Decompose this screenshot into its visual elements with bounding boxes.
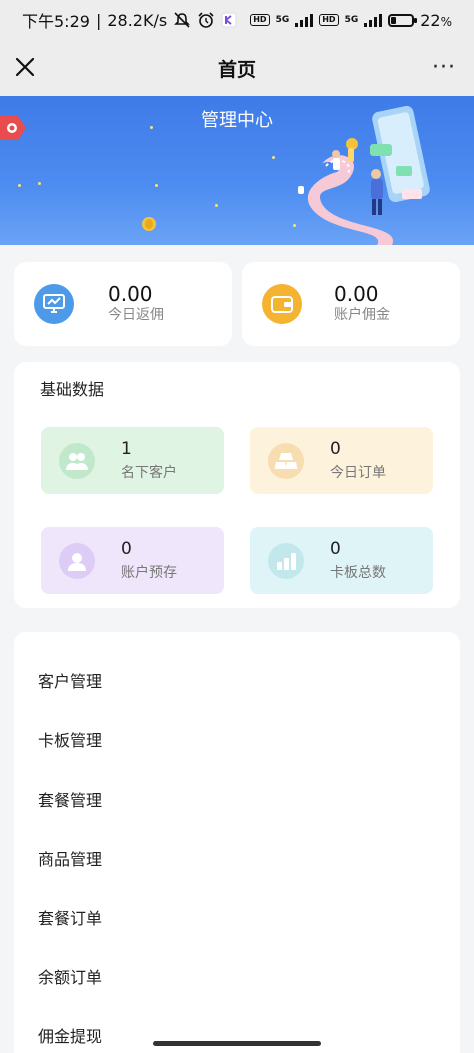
- banner: 管理中心: [0, 96, 474, 245]
- close-icon[interactable]: [14, 56, 36, 78]
- status-bar: 下午5:29 | 28.2K/s HD 5G HD 5G 22%: [0, 0, 474, 40]
- status-speed: 28.2K/s: [107, 10, 168, 30]
- status-divider: |: [95, 10, 102, 30]
- home-indicator[interactable]: [153, 1041, 321, 1046]
- tile-board-total[interactable]: 0 卡板总数: [250, 527, 433, 594]
- tile-account-deposit[interactable]: 0 账户预存: [41, 527, 224, 594]
- stat-label: 账户佣金: [334, 307, 390, 323]
- tile-value: 1: [121, 439, 132, 459]
- tile-value: 0: [121, 539, 132, 559]
- tile-value: 0: [330, 439, 341, 459]
- basic-data-card: 基础数据 1 名下客户 0 今日订单 0 账户预存 0 卡板总数: [14, 362, 460, 608]
- menu-item-package-orders[interactable]: 套餐订单: [38, 905, 102, 929]
- page-title: 首页: [217, 58, 256, 81]
- gold-bars-icon: [268, 443, 304, 479]
- users-icon: [59, 443, 95, 479]
- stat-label: 今日返佣: [108, 307, 164, 323]
- tile-label: 今日订单: [330, 465, 386, 481]
- status-time: 下午5:29: [22, 12, 90, 31]
- menu-item-board-management[interactable]: 卡板管理: [38, 727, 102, 751]
- user-avatar-icon: [59, 543, 95, 579]
- alarm-icon: [198, 12, 214, 28]
- tile-value: 0: [330, 539, 341, 559]
- tile-label: 账户预存: [121, 565, 177, 581]
- menu-item-customer-management[interactable]: 客户管理: [38, 668, 102, 692]
- management-illustration: [298, 105, 430, 245]
- network-type-2: 5G: [344, 15, 359, 25]
- mute-icon: [174, 12, 191, 28]
- menu-card: [14, 632, 460, 1053]
- wallet-icon: [262, 284, 302, 324]
- tile-label: 卡板总数: [330, 565, 386, 581]
- stat-card-commission-today[interactable]: 0.00 今日返佣: [14, 262, 232, 346]
- signal-icon: [295, 13, 314, 27]
- signal-icon-2: [364, 13, 383, 27]
- gift-badge-icon[interactable]: [0, 114, 28, 142]
- menu-item-commission-withdraw[interactable]: 佣金提现: [38, 1023, 102, 1047]
- tile-today-orders[interactable]: 0 今日订单: [250, 427, 433, 494]
- network-type: 5G: [275, 15, 290, 25]
- stat-card-account-commission[interactable]: 0.00 账户佣金: [242, 262, 460, 346]
- section-title: 基础数据: [40, 380, 105, 399]
- monitor-chart-icon: [34, 284, 74, 324]
- menu-item-package-management[interactable]: 套餐管理: [38, 787, 102, 811]
- hd-badge: HD: [250, 14, 270, 26]
- tile-label: 名下客户: [121, 465, 177, 481]
- nav-bar: 首页 ···: [0, 40, 474, 96]
- stat-value: 0.00: [108, 282, 153, 306]
- bar-chart-icon: [268, 543, 304, 579]
- tile-customers[interactable]: 1 名下客户: [41, 427, 224, 494]
- battery-icon: [388, 13, 418, 27]
- stat-value: 0.00: [334, 282, 379, 306]
- menu-item-product-management[interactable]: 商品管理: [38, 846, 102, 870]
- coin-icon: [142, 217, 156, 231]
- hd-badge-2: HD: [319, 14, 339, 26]
- more-options-button[interactable]: ···: [432, 57, 456, 79]
- battery-level: 22%: [420, 10, 452, 30]
- menu-item-balance-orders[interactable]: 余额订单: [38, 964, 102, 988]
- app-notification-icon: [221, 12, 237, 28]
